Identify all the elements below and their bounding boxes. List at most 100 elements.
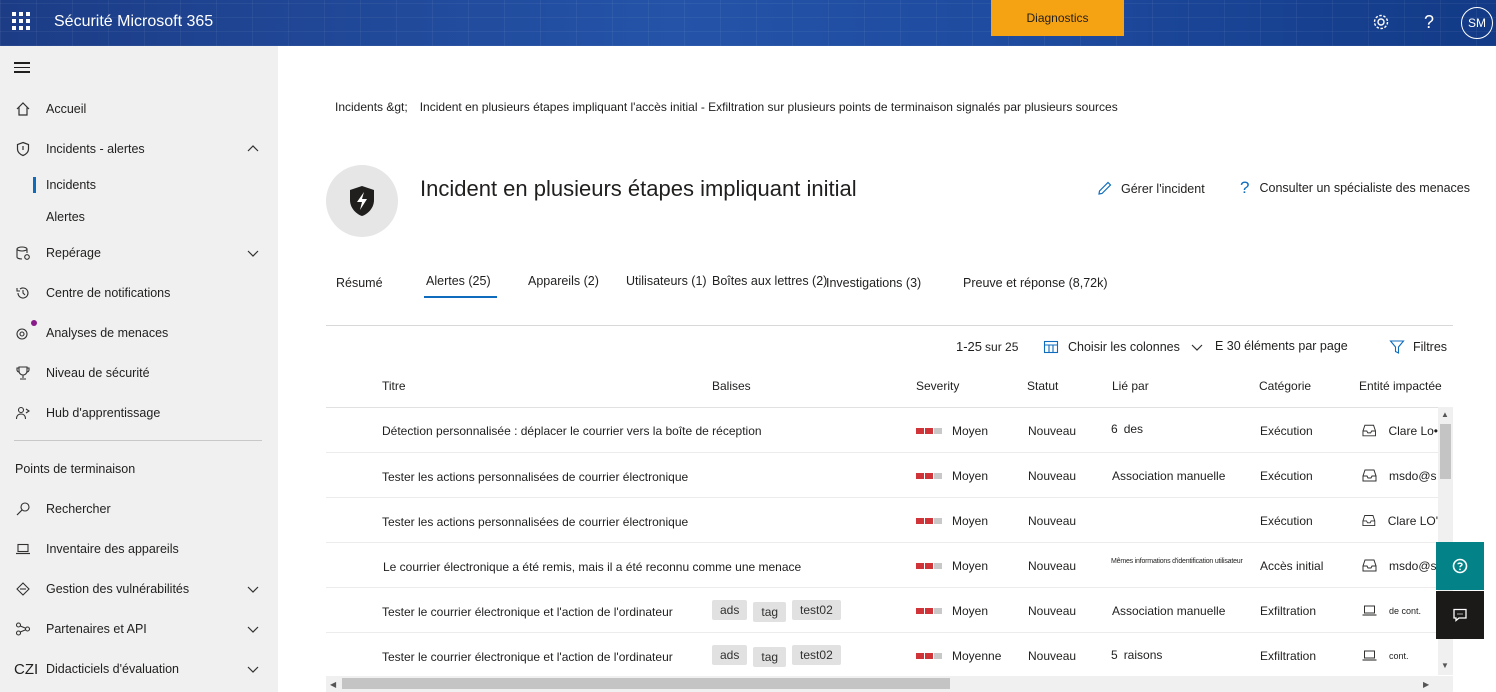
sidebar-item-threat-analytics[interactable]: Analyses de menaces — [0, 318, 278, 348]
severity-label: Moyen — [952, 423, 989, 438]
severity-cell: Moyen — [916, 543, 988, 588]
column-header-category[interactable]: Catégorie — [1259, 379, 1311, 393]
scroll-left-icon[interactable]: ◀ — [330, 680, 336, 689]
linked-by-cell: 6 des — [1111, 406, 1143, 451]
breadcrumb-incidents-link[interactable]: Incidents &gt; — [335, 100, 408, 114]
tab-devices[interactable]: Appareils (2) — [528, 274, 599, 288]
choose-columns-button[interactable]: Choisir les colonnes — [1043, 339, 1204, 355]
linked-by-cell: Association manuelle — [1112, 603, 1226, 618]
table-row[interactable]: Tester les actions personnalisées de cou… — [326, 453, 1438, 498]
column-header-status[interactable]: Statut — [1027, 379, 1058, 393]
sidebar-item-secure-score[interactable]: Niveau de sécurité — [0, 358, 278, 388]
scroll-up-icon[interactable]: ▲ — [1441, 410, 1449, 419]
chevron-down-icon[interactable] — [245, 245, 261, 261]
manage-incident-button[interactable]: Gérer l'incident — [1096, 180, 1205, 197]
tag-badge[interactable]: tag — [753, 646, 787, 667]
items-per-page-dropdown[interactable]: E 30 éléments par page — [1215, 339, 1348, 353]
tab-users[interactable]: Utilisateurs (1) — [626, 274, 707, 288]
linked-label: raisons — [1123, 647, 1163, 662]
alert-title[interactable]: Tester les actions personnalisées de cou… — [382, 499, 688, 544]
entity-cell[interactable]: msdo@s — [1362, 453, 1438, 498]
entity-cell[interactable]: msdo@s — [1362, 543, 1438, 588]
vertical-scrollbar-thumb[interactable] — [1440, 424, 1451, 479]
shield-icon — [13, 139, 33, 159]
diagnostics-button[interactable]: Diagnostics — [991, 0, 1124, 36]
sidebar-item-partners-api[interactable]: Partenaires et API — [0, 614, 278, 644]
tag-badge[interactable]: ads — [712, 644, 748, 665]
column-header-tags[interactable]: Balises — [712, 379, 751, 393]
status-cell: Nouveau — [1028, 423, 1077, 438]
tag-badge[interactable]: tag — [753, 601, 787, 622]
floating-help-button[interactable] — [1436, 542, 1484, 590]
scroll-down-icon[interactable]: ▼ — [1441, 661, 1449, 670]
tags-cell: ads tag test02 — [712, 588, 847, 633]
chevron-down-icon[interactable] — [245, 581, 261, 597]
alert-title[interactable]: Détection personnalisée : déplacer le co… — [382, 408, 762, 453]
sidebar-item-hunting[interactable]: Repérage — [0, 238, 278, 268]
table-row[interactable]: Tester le courrier électronique et l'act… — [326, 588, 1438, 633]
entity-label: msdo@s — [1389, 558, 1437, 573]
alert-title[interactable]: Tester le courrier électronique et l'act… — [382, 589, 673, 634]
sidebar-item-search[interactable]: Rechercher — [0, 494, 278, 524]
table-row[interactable]: Détection personnalisée : déplacer le co… — [326, 408, 1438, 453]
alert-title[interactable]: Tester les actions personnalisées de cou… — [382, 454, 688, 499]
help-circle-icon — [1452, 558, 1468, 574]
chevron-up-icon[interactable] — [245, 141, 261, 157]
consult-expert-button[interactable]: ? Consulter un spécialiste des menaces — [1240, 178, 1470, 198]
severity-cell: Moyen — [916, 453, 988, 498]
filters-button[interactable]: Filtres — [1389, 339, 1447, 355]
sidebar: Accueil Incidents - alertes Incidents Al… — [0, 46, 278, 692]
app-launcher-icon[interactable] — [12, 12, 30, 30]
sidebar-item-home[interactable]: Accueil — [0, 94, 278, 124]
sidebar-item-learning-hub[interactable]: Hub d'apprentissage — [0, 398, 278, 428]
table-row[interactable]: Tester les actions personnalisées de cou… — [326, 498, 1438, 543]
severity-cell: Moyen — [916, 588, 988, 633]
alert-title[interactable]: Tester le courrier électronique et l'act… — [382, 634, 673, 679]
entity-cell[interactable]: de cont. — [1362, 588, 1438, 633]
tag-badge[interactable]: test02 — [792, 599, 841, 620]
tag-badge[interactable]: test02 — [792, 644, 841, 665]
linked-by-cell: 5 raisons — [1111, 632, 1162, 677]
tab-evidence-response[interactable]: Preuve et réponse (8,72k) — [963, 276, 1108, 290]
tab-mailboxes[interactable]: Boîtes aux lettres (2) — [712, 274, 827, 288]
column-header-title[interactable]: Titre — [382, 379, 406, 393]
column-header-linked-by[interactable]: Lié par — [1112, 379, 1149, 393]
chevron-down-icon[interactable] — [245, 661, 261, 677]
question-icon[interactable]: ? — [1417, 10, 1441, 34]
search-icon — [13, 499, 33, 519]
tag-badge[interactable]: ads — [712, 599, 748, 620]
tags-cell: ads tag test02 — [712, 633, 847, 678]
sidebar-item-label: Partenaires et API — [46, 622, 147, 636]
tab-summary[interactable]: Résumé — [336, 276, 383, 290]
status-cell: Nouveau — [1028, 513, 1077, 528]
sidebar-item-incidents[interactable]: Incidents — [0, 172, 278, 198]
tab-investigations[interactable]: Investigations (3) — [826, 276, 921, 290]
table-row[interactable]: Le courrier électronique a été remis, ma… — [326, 543, 1438, 588]
horizontal-scrollbar-thumb[interactable] — [342, 678, 950, 689]
sidebar-item-evaluation-tutorials[interactable]: CZI Didacticiels d'évaluation — [0, 654, 278, 684]
sidebar-item-action-center[interactable]: Centre de notifications — [0, 278, 278, 308]
sidebar-item-alerts[interactable]: Alertes — [0, 204, 278, 230]
entity-cell[interactable]: Clare LO' — [1362, 498, 1438, 543]
table-row[interactable]: Tester le courrier électronique et l'act… — [326, 633, 1438, 678]
avatar[interactable]: SM — [1461, 7, 1493, 39]
filter-icon — [1389, 340, 1405, 354]
status-cell: Nouveau — [1028, 558, 1077, 573]
entity-cell[interactable]: cont. — [1362, 633, 1438, 678]
floating-feedback-button[interactable] — [1436, 591, 1484, 639]
category-cell: Exécution — [1260, 468, 1313, 483]
alert-title[interactable]: Le courrier électronique a été remis, ma… — [383, 544, 801, 589]
sidebar-item-vulnerability-management[interactable]: Gestion des vulnérabilités — [0, 574, 278, 604]
column-header-severity[interactable]: Severity — [916, 379, 959, 393]
tab-alerts[interactable]: Alertes (25) — [426, 274, 491, 288]
scroll-right-icon[interactable]: ▶ — [1423, 680, 1429, 689]
sidebar-item-device-inventory[interactable]: Inventaire des appareils — [0, 534, 278, 564]
app-title[interactable]: Sécurité Microsoft 365 — [54, 13, 213, 31]
chevron-down-icon[interactable] — [245, 621, 261, 637]
hamburger-menu-icon[interactable] — [14, 62, 30, 74]
entity-cell[interactable]: Clare Lo• — [1362, 408, 1438, 453]
filters-label: Filtres — [1413, 340, 1448, 354]
gear-icon[interactable] — [1369, 10, 1393, 34]
column-header-impacted-entity[interactable]: Entité impactée — [1359, 379, 1442, 393]
sidebar-item-incidents-alerts[interactable]: Incidents - alertes — [0, 134, 278, 164]
